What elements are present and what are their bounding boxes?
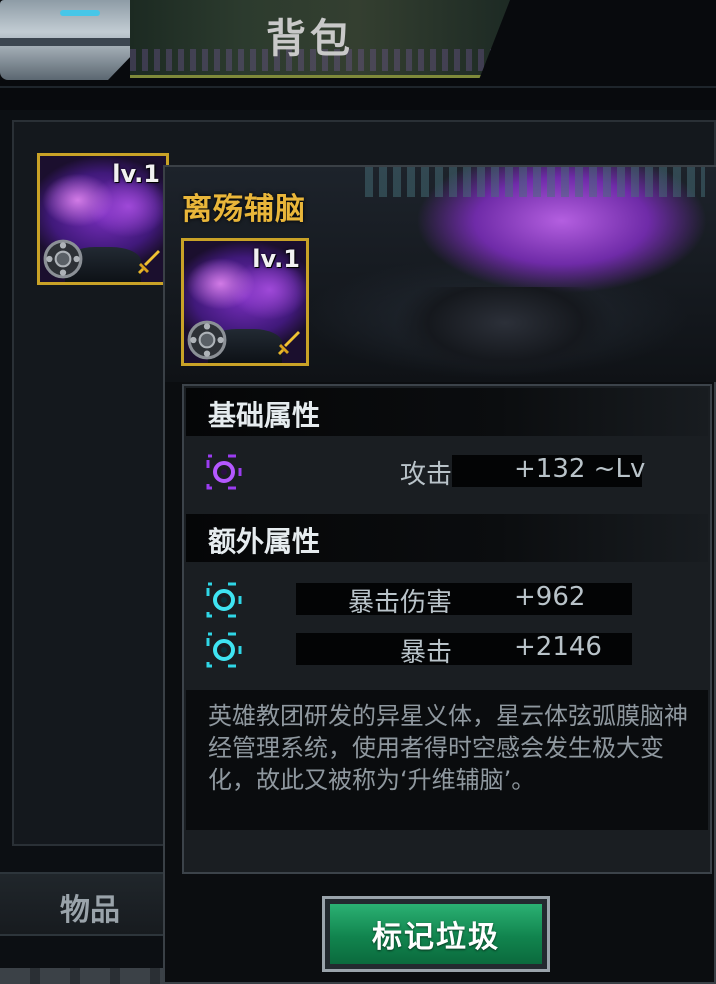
stat-value: +962 [514, 582, 586, 612]
mark-junk-button-face: 标记垃圾 [330, 904, 542, 964]
bag-item-slot[interactable]: lv.1 [37, 153, 169, 285]
cyan-ring-icon [206, 582, 242, 618]
stat-row-attack: 攻击 +132 ~Lv [186, 450, 708, 494]
sword-icon [278, 331, 300, 355]
tab-items-label: 物品 [60, 893, 120, 928]
mark-junk-button[interactable]: 标记垃圾 [322, 896, 550, 972]
tab-strip-decoration [0, 968, 170, 984]
detail-item-icon: lv.1 [181, 238, 309, 366]
stat-label: 攻击 [399, 460, 452, 490]
page-title: 背包 [266, 16, 354, 62]
stat-label: 暴击 [399, 638, 452, 668]
stat-label: 暴击伤害 [347, 588, 452, 618]
gear-icon [43, 239, 83, 279]
stat-value: +2146 [514, 632, 602, 662]
item-level-label: lv.1 [112, 160, 160, 188]
stat-row-crit-damage: 暴击伤害 +962 [186, 578, 708, 622]
chest-icon [0, 0, 135, 80]
gear-icon [187, 320, 227, 360]
item-name: 离殇辅脑 [182, 192, 306, 227]
base-attributes-title: 基础属性 [208, 399, 321, 432]
header-divider [0, 86, 716, 88]
stat-row-crit: 暴击 +2146 [186, 628, 708, 672]
header: 背包 [0, 0, 716, 110]
sword-icon [138, 250, 160, 274]
item-description: 英雄教团研发的异星义体，星云体弦弧膜脑神经管理系统，使用者得时空感会发生极大变化… [208, 702, 688, 794]
mark-junk-button-label: 标记垃圾 [372, 920, 500, 955]
item-level-label: lv.1 [252, 245, 300, 273]
stat-value: +132 ~Lv [514, 454, 646, 484]
cyan-ring-icon [206, 632, 242, 668]
purple-ring-icon [206, 454, 242, 490]
extra-attributes-title: 额外属性 [208, 525, 321, 558]
